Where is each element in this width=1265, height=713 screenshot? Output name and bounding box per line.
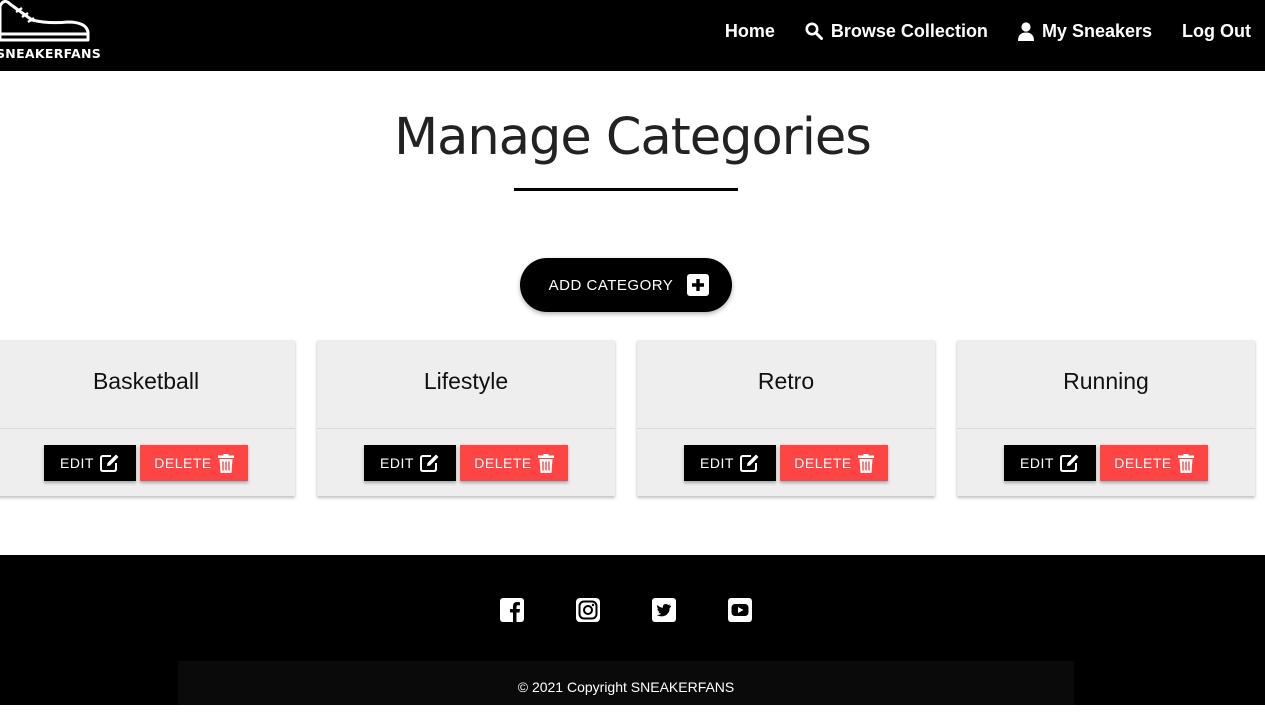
navbar: SNEAKERFANS Home Browse Collection My Sn… [0,0,1265,71]
sneaker-icon [0,0,90,42]
nav-logout[interactable]: Log Out [1182,21,1251,42]
nav-links: Home Browse Collection My Sneakers Log O… [695,0,1251,62]
delete-label: DELETE [794,455,852,471]
category-card: Running EDIT DELETE [957,340,1255,496]
nav-home-label: Home [724,20,775,41]
footer: © 2021 Copyright SNEAKERFANS [0,555,1265,705]
card-divider [0,428,295,429]
instagram-icon[interactable] [576,598,600,622]
edit-label: EDIT [380,455,414,471]
add-category-button[interactable]: ADD CATEGORY [520,258,732,312]
card-divider [637,428,935,429]
copyright-text: © 2021 Copyright SNEAKERFANS [178,661,1074,705]
delete-label: DELETE [154,455,212,471]
delete-button[interactable]: DELETE [140,445,248,481]
plus-square-icon [687,274,710,296]
nav-my-sneakers[interactable]: My Sneakers [1017,20,1153,42]
nav-logout-label: Log Out [1182,20,1251,41]
category-name: Running [1063,368,1149,394]
nav-browse-label: Browse Collection [830,20,988,41]
delete-label: DELETE [474,455,532,471]
trash-icon [217,453,234,473]
title-underline [514,188,738,191]
edit-label: EDIT [700,455,734,471]
nav-my-sneakers-label: My Sneakers [1041,20,1153,41]
edit-label: EDIT [60,455,94,471]
brand-name: SNEAKERFANS [0,46,102,61]
trash-icon [537,453,554,473]
delete-label: DELETE [1114,455,1172,471]
category-card: Basketball EDIT DELETE [0,340,295,496]
facebook-icon[interactable] [500,598,524,622]
trash-icon [857,453,874,473]
edit-icon [99,454,119,472]
edit-button[interactable]: EDIT [44,445,136,481]
brand-logo[interactable]: SNEAKERFANS [0,0,106,71]
delete-button[interactable]: DELETE [780,445,888,481]
edit-button[interactable]: EDIT [684,445,776,481]
edit-button[interactable]: EDIT [364,445,456,481]
add-category-label: ADD CATEGORY [548,276,674,294]
search-icon [805,22,823,40]
user-icon [1017,21,1034,41]
card-divider [317,428,615,429]
youtube-icon[interactable] [728,598,752,622]
category-name: Basketball [92,368,200,394]
twitter-icon[interactable] [652,598,676,622]
delete-button[interactable]: DELETE [1100,445,1208,481]
trash-icon [1177,453,1194,473]
edit-icon [419,454,439,472]
delete-button[interactable]: DELETE [460,445,568,481]
nav-browse-collection[interactable]: Browse Collection [805,21,988,42]
edit-icon [739,454,759,472]
page-title: Manage Categories [394,108,872,167]
edit-button[interactable]: EDIT [1004,445,1096,481]
category-name: Lifestyle [423,368,509,394]
category-card: Lifestyle EDIT DELETE [317,340,615,496]
edit-label: EDIT [1020,455,1054,471]
category-card: Retro EDIT DELETE [637,340,935,496]
card-divider [957,428,1255,429]
category-name: Retro [757,368,815,394]
edit-icon [1059,454,1079,472]
nav-home[interactable]: Home [725,21,775,42]
